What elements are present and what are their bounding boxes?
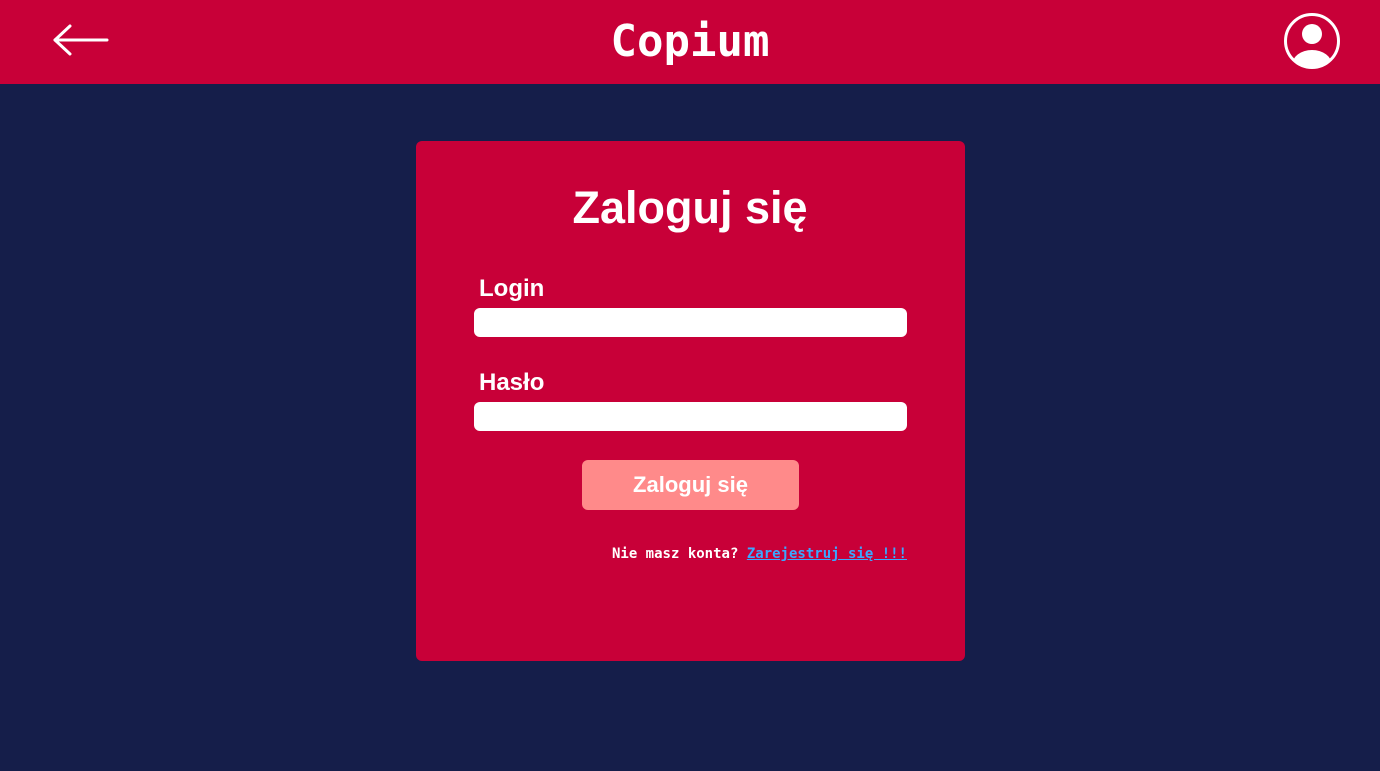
login-title: Zaloguj się	[572, 182, 808, 233]
top-bar: Copium	[0, 0, 1380, 84]
register-link[interactable]: Zarejestruj się !!!	[747, 546, 907, 562]
no-account-text: Nie masz konta?	[611, 546, 739, 562]
login-label: Login	[479, 275, 545, 302]
arrow-left-icon	[53, 24, 109, 56]
user-circle-icon	[1284, 13, 1340, 69]
password-label: Hasło	[479, 369, 545, 396]
app-title: Copium	[610, 16, 770, 67]
login-button[interactable]: Zaloguj się	[582, 460, 799, 510]
profile-button[interactable]	[1282, 11, 1342, 71]
password-input[interactable]	[474, 402, 907, 431]
back-button[interactable]	[50, 20, 110, 60]
login-input[interactable]	[474, 308, 907, 337]
register-prompt: Nie masz konta? Zarejestruj się !!!	[474, 543, 907, 565]
